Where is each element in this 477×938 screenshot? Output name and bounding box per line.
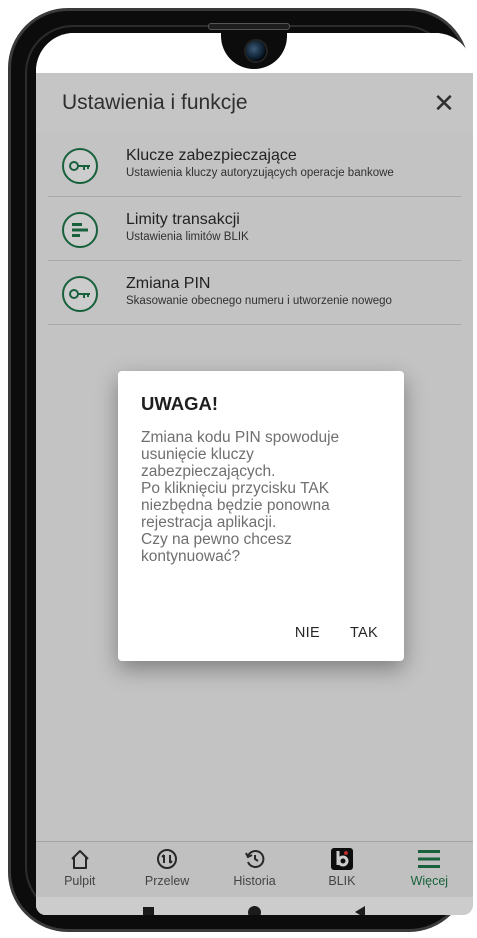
dialog-message: Zmiana kodu PIN spowoduje usunięcie kluc… <box>141 429 340 565</box>
confirm-dialog: UWAGA! Zmiana kodu PIN spowoduje usunięc… <box>118 371 404 661</box>
speaker-grille <box>208 23 290 30</box>
app: Ustawienia i funkcje ✕ Klucze zabezpiecz… <box>36 73 473 915</box>
camera-icon <box>244 39 268 63</box>
phone-frame: Ustawienia i funkcje ✕ Klucze zabezpiecz… <box>8 8 473 932</box>
screen: Ustawienia i funkcje ✕ Klucze zabezpiecz… <box>36 33 473 915</box>
dialog-title: UWAGA! <box>141 393 219 414</box>
no-button[interactable]: NIE <box>295 625 320 641</box>
dialog-actions: NIE TAK <box>295 625 378 641</box>
yes-button[interactable]: TAK <box>350 625 378 641</box>
